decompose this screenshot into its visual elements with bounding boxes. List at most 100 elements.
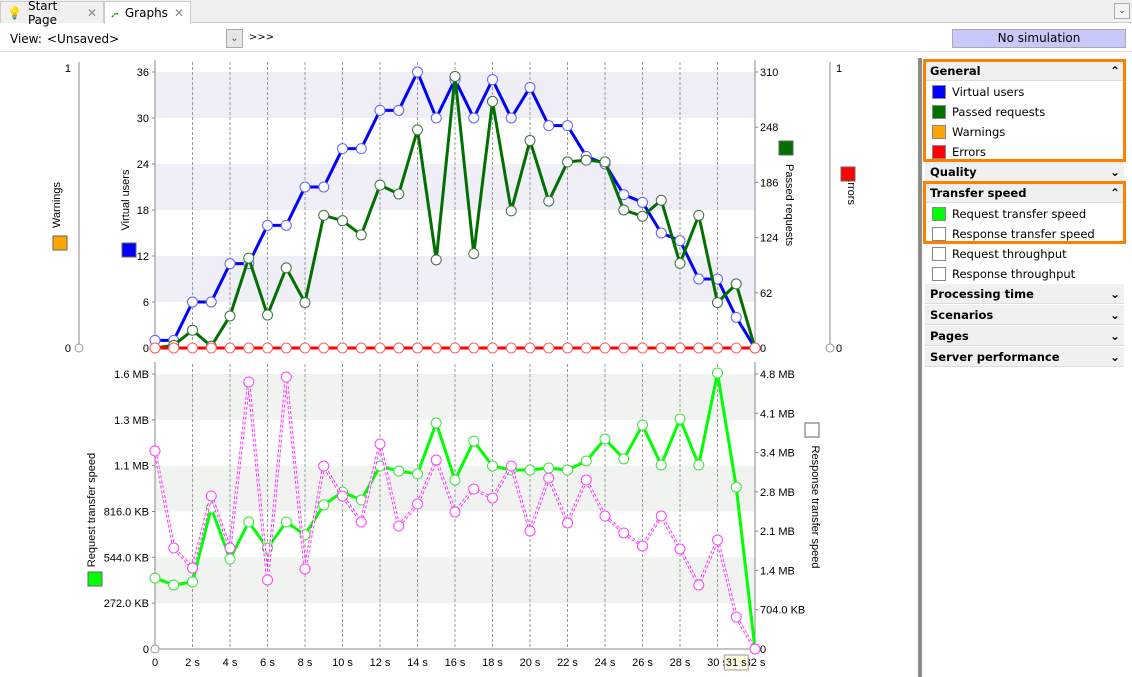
y-tick-label: 0 [760, 343, 766, 355]
data-point [318, 460, 330, 472]
data-point [674, 342, 686, 354]
item-request-throughput[interactable]: Request throughput [932, 244, 1067, 264]
data-point [374, 179, 386, 191]
data-point [487, 460, 498, 472]
data-point [430, 342, 442, 354]
data-point [262, 309, 273, 321]
data-point [637, 196, 648, 208]
data-point [412, 66, 423, 78]
data-point [262, 219, 273, 231]
data-point [505, 112, 517, 124]
y-tick-label: 248 [760, 122, 778, 134]
chevron-down-icon[interactable]: ⌄ [1110, 284, 1120, 304]
data-point [468, 248, 480, 260]
data-point [693, 342, 705, 354]
y-tick-label: 310 [760, 67, 778, 79]
y-tick-label: 12 [137, 251, 149, 263]
data-point [393, 520, 405, 532]
data-point [243, 516, 255, 528]
section-quality[interactable]: Quality ⌄ [925, 162, 1124, 182]
chevron-down-icon[interactable]: ⌄ [1110, 347, 1120, 367]
simulation-status[interactable]: No simulation [952, 29, 1126, 48]
section-scenarios[interactable]: Scenarios ⌄ [925, 305, 1124, 325]
data-point [187, 342, 198, 354]
chevron-down-icon[interactable]: ⌄ [1110, 162, 1120, 182]
data-point [712, 297, 723, 309]
data-point [524, 135, 536, 147]
data-point [337, 143, 348, 155]
y-tick-label: 18 [137, 205, 149, 217]
tab-menu-button[interactable]: ⌄ [1114, 3, 1130, 19]
y-tick-label: 1 [836, 63, 842, 75]
data-point [412, 468, 423, 480]
x-tick-label: 28 s [670, 657, 691, 669]
y-tick-label: 4.1 MB [760, 408, 795, 420]
checkbox[interactable] [932, 267, 946, 281]
chevron-down-icon[interactable]: ⌄ [1110, 305, 1120, 325]
data-point [580, 154, 592, 166]
data-point [393, 342, 405, 354]
data-point [224, 542, 236, 554]
data-point [749, 342, 761, 354]
section-processing-time[interactable]: Processing time ⌄ [925, 284, 1124, 304]
data-point [693, 273, 705, 285]
x-tick-label: 10 s [332, 657, 353, 669]
x-tick-label: 26 s [632, 657, 653, 669]
data-point [580, 342, 592, 354]
data-point [487, 342, 498, 354]
graphs-chart: 0 6 12 18 24 30 36 0 62 124 186 248 310 1 0 1 0 Warnings V… [51, 60, 857, 671]
y-tick-label: 0 [836, 343, 842, 355]
y-tick-label: 0 [143, 644, 149, 656]
y-tick-label: 124 [760, 233, 778, 245]
data-point [355, 143, 367, 155]
item-label: Request throughput [952, 247, 1067, 261]
y-tick-label: 0 [760, 644, 766, 656]
data-point [580, 455, 592, 467]
data-point [468, 342, 480, 354]
data-point [262, 574, 273, 586]
y-tick-label: 1.6 MB [114, 369, 149, 381]
item-label: Response throughput [952, 267, 1076, 281]
data-point [712, 367, 723, 379]
data-point [599, 510, 611, 522]
data-point [674, 257, 686, 269]
request-transfer-axis-label: Request transfer speed [86, 453, 98, 567]
y-tick-label: 0 [65, 343, 71, 355]
y-tick-label: 62 [760, 288, 772, 300]
data-point [168, 342, 180, 354]
item-response-throughput[interactable]: Response throughput [932, 264, 1075, 284]
section-pages[interactable]: Pages ⌄ [925, 326, 1124, 346]
section-title: Processing time [930, 287, 1034, 301]
data-point [674, 413, 686, 425]
data-point [318, 499, 330, 511]
chevron-down-icon[interactable]: ⌄ [1110, 326, 1120, 346]
data-point [693, 209, 705, 221]
data-point [318, 342, 330, 354]
data-point [730, 481, 742, 493]
section-server-performance[interactable]: Server performance ⌄ [925, 347, 1124, 367]
data-point [280, 219, 292, 231]
highlight-box [923, 59, 1126, 162]
data-point [280, 342, 292, 354]
data-point [562, 120, 573, 132]
y-tick-label: 2.8 MB [760, 487, 795, 499]
data-point [674, 543, 686, 555]
x-tick-label: 8 s [298, 657, 313, 669]
data-point [655, 227, 667, 239]
data-point [149, 572, 161, 584]
data-point [205, 490, 217, 502]
data-point [318, 181, 330, 193]
data-point [618, 342, 630, 354]
data-point [524, 342, 536, 354]
y-tick-label: 1 [65, 63, 71, 75]
checkbox[interactable] [932, 247, 946, 261]
data-point [430, 454, 442, 466]
data-point [430, 417, 442, 429]
axis-origin [150, 644, 160, 654]
data-point [524, 464, 536, 476]
data-point [487, 74, 498, 86]
section-title: Quality [930, 165, 977, 179]
x-tick-label: 12 s [370, 657, 391, 669]
data-point [524, 525, 536, 537]
data-point [543, 120, 555, 132]
